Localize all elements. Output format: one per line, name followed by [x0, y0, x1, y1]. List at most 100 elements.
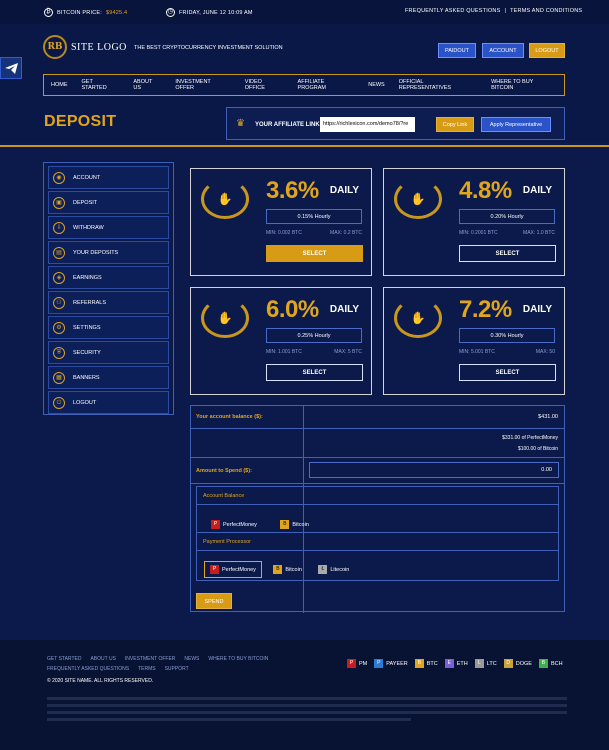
nav-where-to-buy-bitcoin[interactable]: WHERE TO BUY BITCOIN	[484, 79, 564, 91]
account-balance-heading: Account Balance	[197, 487, 558, 505]
amount-input[interactable]: 0.00	[309, 462, 559, 478]
sidebar-item-label: LOGOUT	[73, 399, 97, 406]
sidebar: ◉ ACCOUNT ▣ DEPOSIT ⇩ WITHDRAW ▤ YOUR DEPOSITS ◈…	[43, 162, 174, 415]
nav-home[interactable]: HOME	[44, 82, 75, 88]
nav-official-representatives[interactable]: OFFICIAL REPRESENTATIVES	[392, 79, 484, 91]
ltc-icon: L	[474, 659, 484, 668]
footer-link-frequently-asked-questions[interactable]: FREQUENTLY ASKED QUESTIONS	[47, 666, 129, 672]
gold-divider	[0, 145, 609, 147]
footer-link-about-us[interactable]: ABOUT US	[90, 656, 115, 662]
logout-button[interactable]: LOGOUT	[529, 43, 565, 58]
plan-card: ✋ 3.6% DAILY 0.15% Hourly MIN: 0.002 BTC MAX:…	[190, 168, 372, 276]
nav-investment-offer[interactable]: INVESTMENT OFFER	[168, 79, 237, 91]
sidebar-item-withdraw[interactable]: ⇩ WITHDRAW	[48, 216, 169, 239]
footer-link-get-started[interactable]: GET STARTED	[47, 656, 81, 662]
sidebar-item-referrals[interactable]: ⚇ REFERRALS	[48, 291, 169, 314]
page-title: DEPOSIT	[44, 113, 117, 130]
plan-card: ✋ 7.2% DAILY 0.30% Hourly MIN: 5.001 BTC MAX:…	[383, 287, 565, 395]
select-plan-button[interactable]: SELECT	[459, 364, 556, 381]
btc-balance-option[interactable]: B Bitcoin	[275, 517, 314, 532]
wreath-icon: ✋	[394, 179, 442, 219]
footer-links-row1: GET STARTED ABOUT US INVESTMENT OFFER NEWS W…	[47, 656, 277, 662]
sidebar-item-logout[interactable]: ⏻ LOGOUT	[48, 391, 169, 414]
site-logo[interactable]: RB SITE LOGO	[43, 35, 127, 59]
plan-max: MAX: 1.0 BTC	[523, 230, 555, 236]
deposit-icon: ▣	[53, 196, 65, 209]
telegram-icon[interactable]	[0, 57, 22, 79]
currency-pm: P PM	[347, 659, 367, 668]
apply-representative-button[interactable]: Apply Representative	[481, 117, 551, 132]
plan-min: MIN: 0.002 BTC	[266, 230, 302, 236]
sidebar-item-label: DEPOSIT	[73, 199, 98, 206]
main-nav: HOME GET STARTED ABOUT US INVESTMENT OFFER V…	[43, 74, 565, 96]
settings-icon: ⚙	[53, 321, 65, 334]
faq-link[interactable]: FREQUENTLY ASKED QUESTIONS	[405, 8, 500, 14]
logout-icon: ⏻	[53, 396, 65, 409]
plan-max: MAX: 0.2 BTC	[330, 230, 362, 236]
sidebar-item-label: BANNERS	[73, 374, 100, 381]
plan-rate: 7.2%	[459, 296, 512, 323]
currency-label: BTC	[426, 660, 438, 667]
sidebar-item-security[interactable]: ⛨ SECURITY	[48, 341, 169, 364]
btc-processor-option[interactable]: B Bitcoin	[268, 562, 307, 577]
eth-icon: E	[444, 659, 454, 668]
bch-icon: B	[538, 659, 548, 668]
currency-label: LTC	[486, 660, 497, 667]
footer-link-where-to-buy-bitcoin[interactable]: WHERE TO BUY BITCOIN	[208, 656, 268, 662]
sidebar-item-banners[interactable]: ▦ BANNERS	[48, 366, 169, 389]
account-button[interactable]: ACCOUNT	[482, 43, 524, 58]
footer-link-support[interactable]: SUPPORT	[165, 666, 189, 672]
withdraw-icon: ⇩	[53, 221, 65, 234]
security-icon: ⛨	[53, 346, 65, 359]
sidebar-item-earnings[interactable]: ◈ EARNINGS	[48, 266, 169, 289]
spend-button[interactable]: SPEND	[196, 593, 232, 609]
balance-row: Your account balance ($): $431.00	[191, 406, 564, 613]
sidebar-item-your-deposits[interactable]: ▤ YOUR DEPOSITS	[48, 241, 169, 264]
sidebar-item-settings[interactable]: ⚙ SETTINGS	[48, 316, 169, 339]
currency-payeer: P PAYEER	[374, 659, 408, 668]
pm-processor-option[interactable]: P PerfectMoney	[204, 561, 262, 578]
nav-affiliate-program[interactable]: AFFILIATE PROGRAM	[291, 79, 362, 91]
pm-balance: $331.00 of PerfectMoney	[502, 435, 558, 441]
nav-news[interactable]: NEWS	[361, 82, 392, 88]
payeer-icon: P	[374, 659, 384, 668]
select-plan-button[interactable]: SELECT	[266, 245, 363, 262]
sidebar-item-label: EARNINGS	[73, 274, 102, 281]
sidebar-item-deposit[interactable]: ▣ DEPOSIT	[48, 191, 169, 214]
doge-icon: D	[503, 659, 513, 668]
plan-period: DAILY	[522, 304, 552, 315]
top-links: FREQUENTLY ASKED QUESTIONS | TERMS AND C…	[405, 8, 582, 14]
tagline: THE BEST CRYPTOCURRENCY INVESTMENT SOLUT…	[134, 45, 283, 51]
select-plan-button[interactable]: SELECT	[459, 245, 556, 262]
plan-max: MAX: 50	[535, 349, 555, 355]
btc-price-value: $9425.4	[105, 9, 128, 16]
btc-balance: $100.00 of Bitcoin	[517, 446, 558, 452]
clock-icon: ◷	[166, 8, 175, 17]
pm-balance-option[interactable]: P PerfectMoney	[206, 517, 262, 532]
terms-link[interactable]: TERMS AND CONDITIONS	[510, 8, 582, 14]
banners-icon: ▦	[53, 371, 65, 384]
sidebar-item-account[interactable]: ◉ ACCOUNT	[48, 166, 169, 189]
sidebar-item-label: YOUR DEPOSITS	[73, 249, 119, 256]
payout-button[interactable]: PAIDOUT	[438, 43, 476, 58]
plan-rate: 6.0%	[266, 296, 319, 323]
ltc-processor-option[interactable]: Ł Litecoin	[313, 562, 354, 577]
footer-link-terms[interactable]: TERMS	[138, 666, 156, 672]
footer-link-investment-offer[interactable]: INVESTMENT OFFER	[125, 656, 175, 662]
copy-link-button[interactable]: Copy Link	[436, 117, 474, 132]
plan-hourly: 0.20% Hourly	[459, 209, 555, 224]
select-plan-button[interactable]: SELECT	[266, 364, 363, 381]
nav-get-started[interactable]: GET STARTED	[75, 79, 127, 91]
plan-min: MIN: 5.001 BTC	[459, 349, 495, 355]
nav-about-us[interactable]: ABOUT US	[126, 79, 168, 91]
affiliate-link-input[interactable]: https://richlexicon.com/demo78/?re	[320, 117, 415, 132]
plan-card: ✋ 4.8% DAILY 0.20% Hourly MIN: 0.2001 BTC MAX…	[383, 168, 565, 276]
plan-rate: 3.6%	[266, 177, 319, 204]
disclaimer-block	[47, 693, 567, 733]
footer-link-news[interactable]: NEWS	[184, 656, 199, 662]
amount-row: Amount to Spend ($): 0.00	[191, 458, 564, 484]
nav-video-office[interactable]: VIDEO OFFICE	[238, 79, 291, 91]
plan-rate: 4.8%	[459, 177, 512, 204]
plan-card: ✋ 6.0% DAILY 0.25% Hourly MIN: 1.001 BTC MAX:…	[190, 287, 372, 395]
date-time: ◷ FRIDAY, JUNE 12 10:09 AM	[166, 8, 253, 17]
